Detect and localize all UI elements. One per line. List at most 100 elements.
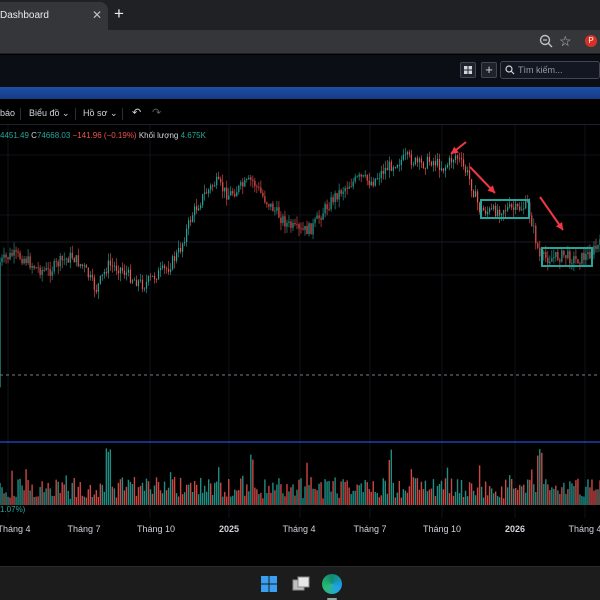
candle-body xyxy=(555,251,557,258)
volume-bar xyxy=(195,484,198,505)
candle-body xyxy=(53,261,55,272)
volume-bar xyxy=(276,484,278,505)
toolbar-divider xyxy=(20,108,21,120)
volume-bar xyxy=(324,479,326,505)
toolbar-item-profile[interactable]: Hồ sơ ⌄ xyxy=(83,108,117,119)
volume-bar xyxy=(474,495,477,505)
volume-bar xyxy=(386,493,388,505)
volume-bar xyxy=(392,482,395,505)
close-tab-icon[interactable]: ✕ xyxy=(92,8,102,22)
volume-bar xyxy=(224,491,226,505)
volume-bar xyxy=(314,488,316,505)
candle-body xyxy=(286,222,288,227)
candle-body xyxy=(589,252,591,259)
candle-body xyxy=(571,263,573,264)
volume-bar xyxy=(312,488,314,505)
candle-body xyxy=(212,185,214,187)
volume-bar xyxy=(201,492,204,505)
candle-body xyxy=(364,174,366,176)
candle-body xyxy=(39,267,41,275)
volume-bar xyxy=(175,493,178,505)
candle-body xyxy=(424,168,427,169)
candle-body xyxy=(378,178,380,179)
candle-body xyxy=(133,279,136,281)
volume-bar xyxy=(498,497,501,505)
price-chart[interactable]: Tháng 4 Tháng 7 Tháng 10 2025 Tháng 4 Tháng 7… xyxy=(0,125,600,540)
candle-body xyxy=(119,267,122,274)
volume-bar xyxy=(525,492,527,505)
toolbar-item-chart[interactable]: Biểu đồ ⌄ xyxy=(29,108,70,119)
time-axis-label: Tháng 7 xyxy=(67,524,100,534)
browser-tab[interactable]: Dashboard ✕ xyxy=(0,2,108,30)
candle-body xyxy=(360,174,362,177)
volume-bar xyxy=(39,486,41,505)
candle-body xyxy=(380,170,382,179)
volume-bar xyxy=(167,487,170,505)
layout-grid-button[interactable] xyxy=(460,62,476,78)
search-input[interactable]: Tìm kiếm... xyxy=(500,61,600,79)
candle-body xyxy=(11,252,13,256)
bookmark-star-icon[interactable]: ☆ xyxy=(559,33,572,50)
volume-bar xyxy=(280,484,282,505)
volume-bar xyxy=(115,497,118,505)
task-view-icon[interactable] xyxy=(292,576,310,592)
volume-bar xyxy=(133,477,136,505)
candle-body xyxy=(294,223,296,225)
volume-bar xyxy=(589,487,591,505)
extension-icon[interactable]: P xyxy=(585,35,597,47)
edge-browser-icon[interactable] xyxy=(322,574,342,594)
candle-body xyxy=(129,269,132,283)
candle-body xyxy=(346,188,348,189)
redo-icon[interactable]: ↷ xyxy=(152,106,161,119)
volume-bar xyxy=(67,490,69,505)
new-tab-button[interactable]: + xyxy=(114,4,124,24)
candle-body xyxy=(310,223,312,235)
volume-bar xyxy=(103,491,106,505)
volume-bar xyxy=(278,478,280,505)
volume-bar xyxy=(220,482,222,505)
candle-body xyxy=(470,179,473,191)
candle-body xyxy=(33,265,35,269)
volume-bar xyxy=(472,490,475,505)
candle-body xyxy=(256,186,258,188)
volume-bar xyxy=(452,495,455,505)
volume-bar xyxy=(302,498,304,505)
volume-bar xyxy=(454,491,457,505)
volume-bar xyxy=(486,495,489,505)
volume-bar xyxy=(181,494,184,505)
volume-bar xyxy=(189,482,192,505)
candle-body xyxy=(370,181,372,186)
add-button[interactable]: + xyxy=(481,62,497,78)
volume-bar xyxy=(428,489,431,505)
volume-bar xyxy=(569,481,571,505)
windows-start-icon[interactable] xyxy=(261,576,277,592)
toolbar-item-report[interactable]: báo xyxy=(0,108,15,118)
candle-body xyxy=(408,152,410,155)
zoom-icon[interactable] xyxy=(539,34,553,48)
candle-body xyxy=(426,156,429,169)
volume-bar xyxy=(460,480,463,505)
volume-bar xyxy=(89,484,92,505)
candle-body xyxy=(131,280,134,283)
candle-body xyxy=(531,215,533,227)
candle-body xyxy=(330,197,332,210)
candle-body xyxy=(13,250,15,256)
candle-body xyxy=(262,192,264,197)
candle-body xyxy=(141,279,144,290)
candle-body xyxy=(563,250,565,256)
volume-bar xyxy=(326,481,328,505)
volume-bar xyxy=(159,490,162,505)
volume-bar xyxy=(244,495,246,505)
undo-icon[interactable]: ↶ xyxy=(132,106,141,119)
volume-bar xyxy=(378,497,380,505)
candle-body xyxy=(27,256,29,264)
high-value: 4451.49 xyxy=(0,131,29,140)
candle-body xyxy=(173,256,176,261)
volume-bar xyxy=(288,491,290,505)
time-axis-label: 2025 xyxy=(219,524,239,534)
volume-bar xyxy=(579,494,581,505)
candle-body xyxy=(23,258,25,264)
volume-bar xyxy=(260,492,262,505)
volume-bar xyxy=(396,492,399,505)
volume-bar xyxy=(205,491,208,505)
